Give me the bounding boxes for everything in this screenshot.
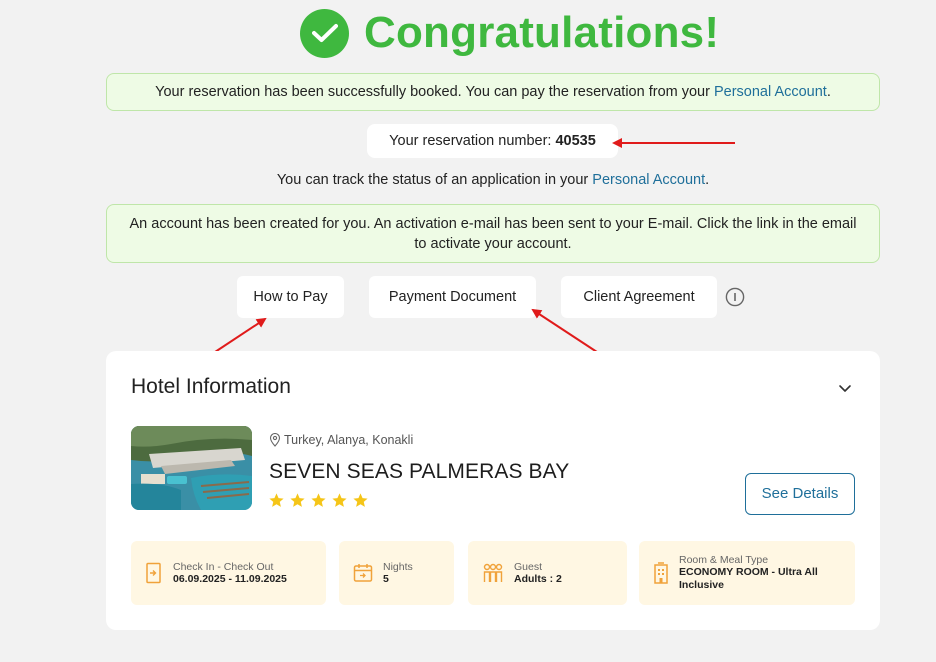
payment-document-button[interactable]: Payment Document (369, 276, 536, 318)
location-pin-icon (269, 433, 281, 447)
hotel-image[interactable] (131, 426, 252, 510)
star-icon (290, 493, 305, 507)
account-created-text: An account has been created for you. An … (129, 216, 857, 252)
chevron-down-icon[interactable] (836, 379, 854, 397)
booking-success-notice: Your reservation has been successfully b… (106, 73, 880, 111)
see-details-button[interactable]: See Details (745, 473, 855, 515)
hotel-building-icon (654, 562, 668, 584)
checkin-label: Check In - Check Out (173, 560, 274, 573)
personal-account-link[interactable]: Personal Account (714, 84, 827, 100)
room-label: Room & Meal Type (679, 554, 769, 566)
hotel-information-card: Hotel Information Turkey, Alanya, Konakl… (106, 351, 880, 630)
track-status-label: You can track the status of an applicati… (276, 172, 593, 188)
hotel-section-title: Hotel Information (131, 375, 291, 398)
page-title: Congratulations! (364, 8, 720, 57)
calendar-icon (353, 564, 373, 582)
star-icon (311, 493, 326, 507)
hotel-location: Turkey, Alanya, Konakli (269, 433, 413, 447)
nights-value: 5 (383, 572, 389, 585)
personal-account-link-2[interactable]: Personal Account (592, 172, 705, 188)
reservation-number: 40535 (555, 133, 596, 149)
reservation-number-box: Your reservation number: 40535 (367, 124, 618, 158)
star-icon (332, 493, 347, 507)
hotel-star-rating (268, 492, 373, 509)
arrow-to-how-to-pay (211, 317, 267, 355)
congratulations-header: Congratulations! (300, 6, 719, 60)
booking-success-suffix: . (826, 84, 831, 100)
account-created-notice: An account has been created for you. An … (106, 204, 880, 263)
room-value: ECONOMY ROOM - Ultra All Inclusive (679, 566, 818, 591)
star-icon (353, 493, 368, 507)
guest-label: Guest (514, 560, 543, 573)
track-status-text: You can track the status of an applicati… (106, 172, 880, 188)
checkin-checkout-tile: Check In - Check Out 06.09.2025 - 11.09.… (131, 541, 326, 605)
star-icon (269, 493, 284, 507)
booking-success-text: Your reservation has been successfully b… (155, 84, 714, 100)
nights-label: Nights (383, 560, 413, 573)
guests-icon (483, 563, 503, 582)
hotel-name: SEVEN SEAS PALMERAS BAY (269, 460, 570, 483)
track-status-suffix: . (705, 172, 710, 188)
hotel-location-text: Turkey, Alanya, Konakli (284, 433, 414, 447)
how-to-pay-button[interactable]: How to Pay (237, 276, 344, 318)
client-agreement-button[interactable]: Client Agreement (561, 276, 717, 318)
guest-value: Adults : 2 (514, 572, 562, 585)
door-icon (146, 562, 161, 584)
guest-tile: Guest Adults : 2 (468, 541, 627, 605)
reservation-number-label: Your reservation number: (389, 133, 556, 149)
checkin-value: 06.09.2025 - 11.09.2025 (173, 572, 287, 585)
nights-tile: Nights 5 (339, 541, 454, 605)
check-icon (300, 8, 349, 58)
room-meal-tile: Room & Meal Type ECONOMY ROOM - Ultra Al… (639, 541, 855, 605)
info-icon[interactable] (725, 287, 745, 307)
